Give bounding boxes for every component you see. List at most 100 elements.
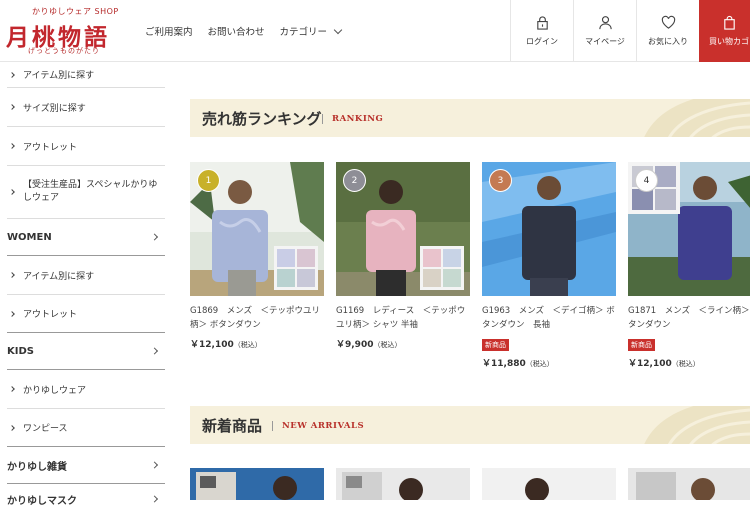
- sidebar-item-men-size[interactable]: サイズ別に探す: [7, 88, 165, 127]
- product-photo: [342, 472, 423, 500]
- sidebar-item-label: 【受注生産品】スペシャルかりゆしウェア: [23, 180, 158, 203]
- ranking-title: 売れ筋ランキング: [202, 110, 322, 128]
- user-icon: [598, 16, 612, 30]
- chevron-down-icon: [333, 25, 343, 35]
- chevron-right-icon: [9, 104, 15, 110]
- arrivals-title-en: NEW ARRIVALS: [282, 421, 365, 431]
- tax-label: （税込）: [525, 360, 554, 368]
- sidebar-item-men-outlet[interactable]: アウトレット: [7, 127, 165, 166]
- nav-category-label: カテゴリー: [279, 27, 328, 38]
- sidebar-category-label: KIDS: [7, 345, 34, 357]
- global-nav: ご利用案内 お問い合わせ カテゴリー: [145, 24, 343, 38]
- new-arrival-image[interactable]: [190, 468, 324, 500]
- product-card[interactable]: 3 G1963 メンズ ＜デイゴ柄＞ ボタンダウン 長袖 新商品 ￥11,880…: [482, 162, 616, 369]
- sidebar-category-label: WOMEN: [7, 231, 52, 243]
- mypage-button[interactable]: マイページ: [573, 0, 636, 62]
- sidebar-item-women-outlet[interactable]: アウトレット: [7, 295, 165, 333]
- product-photo: [525, 478, 549, 500]
- price-value: ￥12,100: [628, 359, 672, 369]
- product-photo: [636, 472, 715, 500]
- product-price: ￥12,100（税込）: [190, 337, 324, 350]
- product-name[interactable]: G1869 メンズ ＜テッポウユリ柄＞ ボタンダウン: [190, 304, 324, 332]
- price-value: ￥12,100: [190, 340, 234, 350]
- new-arrival-image[interactable]: [336, 468, 470, 500]
- rank-badge: 4: [635, 169, 658, 192]
- new-arrival-image[interactable]: [482, 468, 616, 500]
- leaf-decoration: [644, 406, 750, 444]
- product-card[interactable]: 1 G1869 メンズ ＜テッポウユリ柄＞ ボタンダウン ￥12,100（税込）: [190, 162, 324, 350]
- sidebar-item-women-items[interactable]: アイテム別に探す: [7, 256, 165, 295]
- product-name[interactable]: G1963 メンズ ＜デイゴ柄＞ ボタンダウン 長袖: [482, 304, 616, 332]
- new-item-badge: 新商品: [482, 339, 509, 351]
- sidebar-category-label: かりゆし雑貨: [7, 461, 67, 473]
- nav-contact[interactable]: お問い合わせ: [208, 24, 265, 38]
- logo-reading: げっとうものがたり: [28, 47, 100, 55]
- sidebar-category-goods[interactable]: かりゆし雑貨: [7, 447, 165, 484]
- product-card[interactable]: 4 G1871 メンズ ＜ライン柄＞ ボタンダウン 新商品 ￥12,100（税込…: [628, 162, 750, 369]
- chevron-right-icon: [9, 424, 15, 431]
- ranking-title-en: RANKING: [332, 114, 384, 124]
- rank-badge: 1: [197, 169, 220, 192]
- sidebar-item-label: アイテム別に探す: [23, 271, 95, 282]
- favorites-label: お気に入り: [648, 37, 688, 46]
- nav-guide[interactable]: ご利用案内: [145, 24, 193, 38]
- price-value: ￥11,880: [482, 359, 526, 369]
- product-image[interactable]: 2: [336, 162, 470, 296]
- sidebar-category-kids[interactable]: KIDS: [7, 333, 165, 370]
- arrivals-section-header: 新着商品 NEW ARRIVALS: [190, 406, 750, 444]
- cart-label: 買い物カゴ: [709, 37, 749, 46]
- product-image[interactable]: 1: [190, 162, 324, 296]
- sidebar-category-mask[interactable]: かりゆしマスク: [7, 484, 165, 514]
- sidebar-category-women[interactable]: WOMEN: [7, 219, 165, 256]
- site-header: かりゆしウェア SHOP 月桃物語 げっとうものがたり ご利用案内 お問い合わせ…: [0, 0, 750, 62]
- tax-label: （税込）: [373, 341, 402, 349]
- chevron-right-icon: [9, 310, 15, 317]
- sidebar-item-label: サイズ別に探す: [23, 103, 86, 114]
- chevron-right-icon: [9, 71, 15, 78]
- sidebar-item-kids-wear[interactable]: かりゆしウェア: [7, 370, 165, 409]
- login-button[interactable]: ログイン: [510, 0, 573, 62]
- sidebar-item-men-special[interactable]: 【受注生産品】スペシャルかりゆしウェア: [7, 166, 165, 219]
- mypage-label: マイページ: [585, 37, 625, 46]
- tax-label: （税込）: [233, 341, 262, 349]
- chevron-right-icon: [150, 495, 159, 503]
- utility-menu: ログイン マイページ お気に入り 買い物カゴ: [510, 0, 750, 62]
- chevron-right-icon: [9, 143, 15, 149]
- leaf-decoration: [644, 99, 750, 137]
- sidebar-item-label: アウトレット: [23, 142, 78, 153]
- product-card[interactable]: 2 G1169 レディース ＜テッポウユリ柄＞ シャツ 半袖 ￥9,900（税込…: [336, 162, 470, 350]
- sidebar-item-men-items[interactable]: アイテム別に探す: [7, 62, 165, 88]
- ranking-section-header: 売れ筋ランキング RANKING: [190, 99, 750, 137]
- sidebar-item-kids-onepiece[interactable]: ワンピース: [7, 409, 165, 447]
- product-name[interactable]: G1169 レディース ＜テッポウユリ柄＞ シャツ 半袖: [336, 304, 470, 332]
- product-photo: [196, 472, 297, 500]
- nav-category[interactable]: カテゴリー: [279, 24, 343, 38]
- product-price: ￥9,900（税込）: [336, 337, 470, 350]
- sidebar-item-label: アイテム別に探す: [23, 71, 95, 81]
- chevron-right-icon: [9, 189, 15, 195]
- title-divider: [272, 421, 273, 431]
- product-image[interactable]: 3: [482, 162, 616, 296]
- lock-icon: [536, 16, 548, 30]
- chevron-right-icon: [9, 272, 15, 278]
- favorites-button[interactable]: お気に入り: [636, 0, 699, 62]
- price-value: ￥9,900: [336, 340, 374, 350]
- heart-icon: [661, 15, 675, 29]
- tax-label: （税込）: [671, 360, 700, 368]
- new-arrival-image[interactable]: [628, 468, 750, 500]
- rank-badge: 3: [489, 169, 512, 192]
- logo-tagline: かりゆしウェア SHOP: [32, 7, 119, 16]
- product-image[interactable]: 4: [628, 162, 750, 296]
- product-price: ￥11,880（税込）: [482, 356, 616, 369]
- cart-button[interactable]: 買い物カゴ: [699, 0, 750, 62]
- title-divider: [322, 114, 323, 124]
- rank-badge: 2: [343, 169, 366, 192]
- product-price: ￥12,100（税込）: [628, 356, 750, 369]
- chevron-right-icon: [150, 461, 159, 469]
- product-name[interactable]: G1871 メンズ ＜ライン柄＞ ボタンダウン: [628, 304, 750, 332]
- sidebar-item-label: かりゆしウェア: [23, 385, 87, 396]
- site-logo[interactable]: かりゆしウェア SHOP 月桃物語 げっとうものがたり: [6, 4, 126, 56]
- shopping-bag-icon: [723, 15, 735, 30]
- new-item-badge: 新商品: [628, 339, 655, 351]
- chevron-right-icon: [9, 386, 15, 392]
